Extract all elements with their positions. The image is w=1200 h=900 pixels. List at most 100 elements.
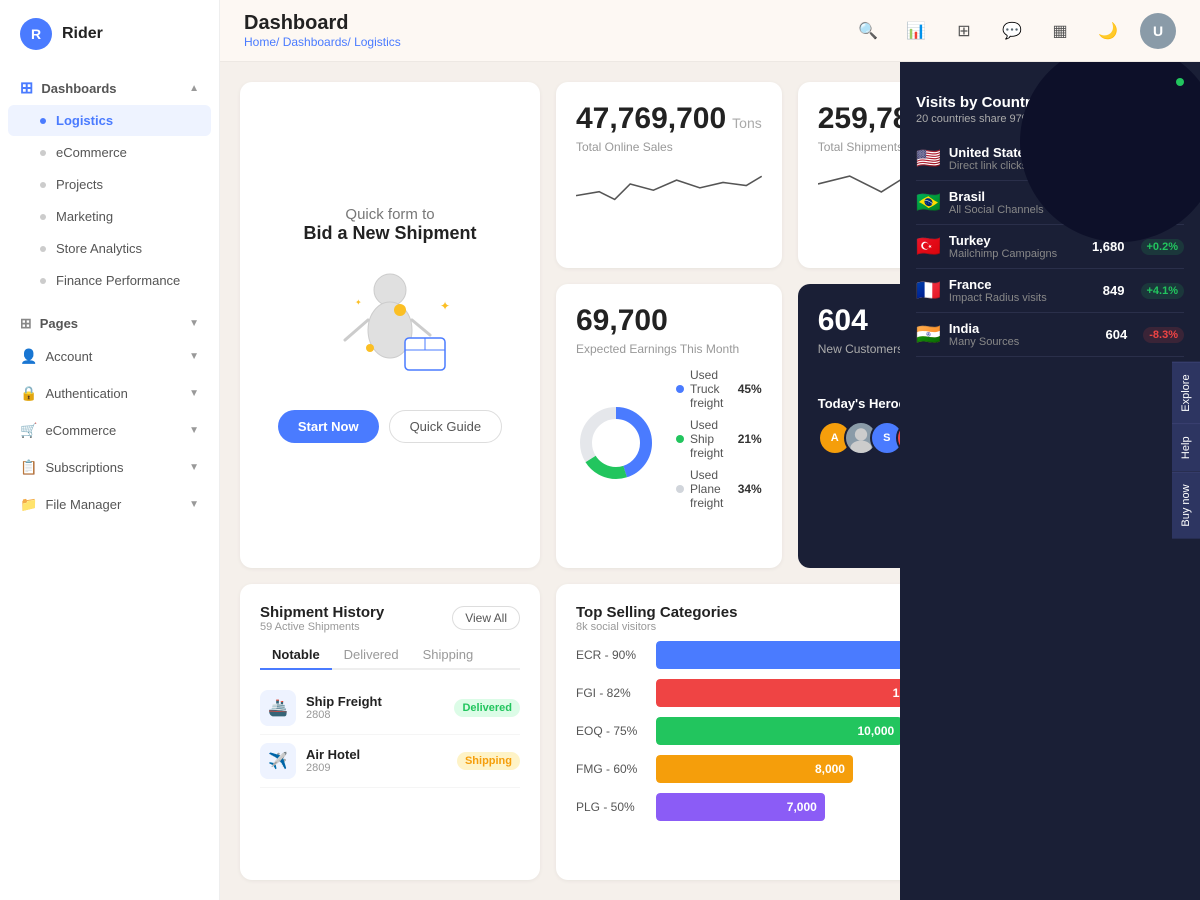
dashboards-toggle[interactable]: ⊞ Dashboards ▲ (0, 68, 219, 104)
flag-in: 🇮🇳 (916, 322, 941, 347)
bar-fill-3: 10,000 (656, 717, 900, 745)
ship-info-2: Air Hotel 2809 (306, 747, 447, 774)
dot-icon (40, 246, 46, 252)
help-tab[interactable]: Help (1172, 424, 1200, 472)
sidebar-item-ecommerce[interactable]: 🛒 eCommerce ▼ (0, 412, 219, 449)
country-value-fr: 849 (1103, 283, 1125, 298)
dashboard-item-logistics[interactable]: Logistics (8, 105, 211, 136)
svg-text:✦: ✦ (355, 298, 362, 307)
flag-br: 🇧🇷 (916, 190, 941, 215)
country-name-tr: Turkey (949, 233, 1084, 248)
hero-title: Bid a New Shipment (303, 223, 476, 244)
dashboard-item-ecommerce[interactable]: eCommerce (8, 137, 211, 168)
shipment-history-header: Shipment History 59 Active Shipments Vie… (260, 604, 520, 633)
donut-chart (576, 403, 656, 483)
chevron-icon: ▼ (189, 388, 199, 399)
customers-card: 604 New Customers This Month Today's Her… (798, 284, 900, 567)
shipment-row-1: 🚢 Ship Freight 2808 Delivered (260, 682, 520, 735)
chevron-icon: ▼ (189, 425, 199, 436)
sidebar-item-account[interactable]: 👤 Account ▼ (0, 338, 219, 375)
side-tabs: Explore Help Buy now (1172, 361, 1200, 538)
svg-text:✦: ✦ (440, 299, 450, 313)
tab-notable[interactable]: Notable (260, 641, 332, 670)
sidebar: R Rider ⊞ Dashboards ▲ Logistics eCommer… (0, 0, 220, 900)
country-change-in: -8.3% (1143, 327, 1184, 343)
flag-us: 🇺🇸 (916, 146, 941, 171)
chat-icon[interactable]: 💬 (996, 15, 1028, 47)
ship-status-1: Delivered (454, 699, 520, 717)
bar-row-1: ECR - 90% 15,000 (576, 641, 900, 669)
app-logo[interactable]: R Rider (0, 0, 219, 68)
dot-icon (40, 150, 46, 156)
main-grid: Quick form to Bid a New Shipment (220, 62, 900, 900)
shipment-view-all-button[interactable]: View All (452, 606, 520, 630)
bar-row-2: FGI - 82% 12,000 (576, 679, 900, 707)
bar-row-4: FMG - 60% 8,000 (576, 755, 900, 783)
buy-now-tab[interactable]: Buy now (1172, 471, 1200, 538)
heroes-avatars: A S P +2 (818, 421, 900, 455)
bar-row-5: PLG - 50% 7,000 (576, 793, 900, 821)
shipments-label: Total Shipments (818, 140, 900, 154)
shipments-value: 259,786 (818, 102, 900, 136)
dot-icon (40, 214, 46, 220)
content-area: Quick form to Bid a New Shipment (220, 62, 1200, 900)
logo-icon: R (20, 18, 52, 50)
dashboard-item-finance[interactable]: Finance Performance (8, 265, 211, 296)
theme-icon[interactable]: 🌙 (1092, 15, 1124, 47)
dashboard-item-marketing[interactable]: Marketing (8, 201, 211, 232)
bar-label-4: FMG - 60% (576, 762, 646, 776)
tab-delivered[interactable]: Delivered (332, 641, 411, 670)
chevron-up-icon: ▲ (189, 83, 199, 94)
ship-icon-2: ✈️ (260, 743, 296, 779)
sales-unit: Tons (732, 115, 762, 131)
sidebar-item-subscriptions[interactable]: 📋 Subscriptions ▼ (0, 449, 219, 486)
bar-label-2: FGI - 82% (576, 686, 646, 700)
ship-id-1: 2808 (306, 709, 444, 721)
search-icon[interactable]: 🔍 (852, 15, 884, 47)
flag-fr: 🇫🇷 (916, 278, 941, 303)
apps-icon[interactable]: ⊞ (948, 15, 980, 47)
country-row-fr: 🇫🇷 France Impact Radius visits 849 +4.1% (916, 269, 1184, 313)
shipments-chart (818, 154, 900, 214)
grid-icon[interactable]: ▦ (1044, 15, 1076, 47)
dashboard-item-store-analytics[interactable]: Store Analytics (8, 233, 211, 264)
pages-toggle[interactable]: ⊞ Pages ▼ (0, 305, 219, 338)
header-actions: 🔍 📊 ⊞ 💬 ▦ 🌙 U (852, 13, 1176, 49)
sidebar-item-filemanager[interactable]: 📁 File Manager ▼ (0, 486, 219, 523)
country-value-in: 604 (1106, 327, 1128, 342)
bar-fill-1: 15,000 (656, 641, 900, 669)
country-name-fr: France (949, 277, 1095, 292)
bar-bg-4: 8,000 (656, 755, 900, 783)
hero-illustration: ✦ ✦ (310, 260, 470, 380)
sales-label: Total Online Sales (576, 140, 762, 154)
plane-dot (676, 485, 684, 493)
categories-sub: 8k social visitors (576, 621, 737, 633)
donut-legend: Used Truck freight 45% Used Ship freight… (676, 368, 762, 518)
earnings-value: 69,700 (576, 304, 668, 338)
quick-guide-button[interactable]: Quick Guide (389, 410, 503, 443)
right-top (900, 62, 1200, 78)
sidebar-item-authentication[interactable]: 🔒 Authentication ▼ (0, 375, 219, 412)
shipment-row-2: ✈️ Air Hotel 2809 Shipping (260, 735, 520, 788)
dashboard-item-projects[interactable]: Projects (8, 169, 211, 200)
user-avatar[interactable]: U (1140, 13, 1176, 49)
sales-chart (576, 154, 762, 214)
start-now-button[interactable]: Start Now (278, 410, 379, 443)
total-online-sales-card: 47,769,700 Tons Total Online Sales (556, 82, 782, 268)
country-change-tr: +0.2% (1141, 239, 1185, 255)
chevron-down-icon: ▼ (189, 318, 199, 329)
page-title: Dashboard (244, 12, 401, 35)
chart-icon[interactable]: 📊 (900, 15, 932, 47)
country-info-in: India Many Sources (949, 321, 1098, 348)
shipment-tabs: Notable Delivered Shipping (260, 641, 520, 670)
tab-shipping[interactable]: Shipping (411, 641, 486, 670)
bar-fill-5: 7,000 (656, 793, 825, 821)
hero-buttons: Start Now Quick Guide (278, 410, 502, 443)
donut-container: Used Truck freight 45% Used Ship freight… (576, 368, 762, 518)
shipment-sub: 59 Active Shipments (260, 621, 384, 633)
ship-id-2: 2809 (306, 762, 447, 774)
bar-bg-3: 10,000 (656, 717, 900, 745)
main-area: Dashboard Home/ Dashboards/ Logistics 🔍 … (220, 0, 1200, 900)
explore-tab[interactable]: Explore (1172, 361, 1200, 423)
country-sub-tr: Mailchimp Campaigns (949, 248, 1084, 260)
